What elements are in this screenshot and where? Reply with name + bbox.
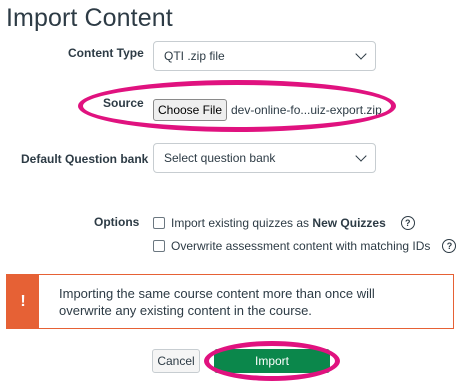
help-icon[interactable]: ? <box>442 239 457 253</box>
choose-file-button[interactable]: Choose File <box>153 99 227 121</box>
warning-alert: ! Importing the same course content more… <box>6 274 454 329</box>
overwrite-checkbox[interactable] <box>153 240 165 252</box>
cancel-button[interactable]: Cancel <box>152 349 200 373</box>
options-label: Options <box>94 215 140 229</box>
new-quizzes-option-bold: New Quizzes <box>312 216 386 230</box>
question-bank-value: Select question bank <box>164 151 276 165</box>
content-type-label: Content Type <box>68 46 144 60</box>
warning-message-line-1: Importing the same course content more t… <box>59 286 375 301</box>
question-bank-select[interactable]: Select question bank <box>153 143 376 173</box>
option-row-overwrite: Overwrite assessment content with matchi… <box>153 239 457 253</box>
option-row-new-quizzes: Import existing quizzes as New Quizzes ? <box>153 216 415 230</box>
question-bank-label: Default Question bank <box>21 152 149 166</box>
content-type-value: QTI .zip file <box>164 49 225 63</box>
new-quizzes-checkbox[interactable] <box>153 217 165 229</box>
warning-message-line-2: overwrite any existing content in the co… <box>59 303 312 318</box>
source-label: Source <box>103 96 144 110</box>
page-title: Import Content <box>6 4 173 32</box>
overwrite-option-text: Overwrite assessment content with matchi… <box>171 239 431 253</box>
warning-icon: ! <box>7 275 39 328</box>
warning-message: Importing the same course content more t… <box>39 275 375 328</box>
import-button[interactable]: Import <box>214 349 330 373</box>
chevron-down-icon <box>355 48 367 60</box>
help-icon[interactable]: ? <box>400 216 415 230</box>
chevron-down-icon <box>355 150 367 162</box>
selected-file-name: dev-online-fo...uiz-export.zip <box>231 103 382 117</box>
new-quizzes-option-text: Import existing quizzes as <box>171 216 313 230</box>
content-type-select[interactable]: QTI .zip file <box>153 41 376 71</box>
